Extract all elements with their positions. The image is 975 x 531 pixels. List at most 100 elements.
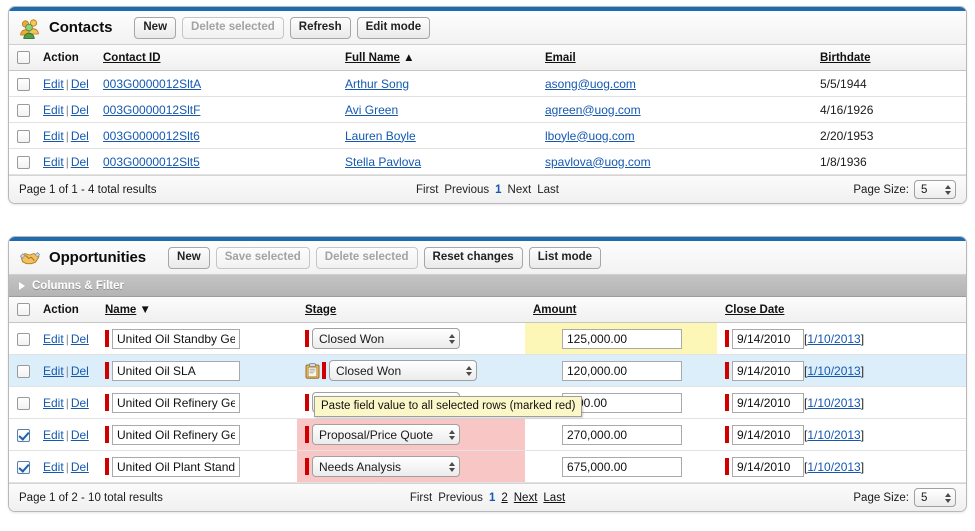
row-select-cell[interactable]: [9, 70, 35, 97]
email-link[interactable]: lboyle@uog.com: [545, 129, 635, 143]
row-select-checkbox[interactable]: [17, 364, 30, 378]
contact-id-link[interactable]: 003G0000012SltA: [103, 77, 201, 91]
amount-input[interactable]: [562, 424, 682, 445]
row-select-checkbox[interactable]: [17, 155, 30, 169]
close-date-input[interactable]: [732, 456, 804, 477]
name-input[interactable]: [112, 392, 240, 413]
delete-link[interactable]: Del: [71, 129, 89, 143]
date-picker-link[interactable]: 1/10/2013: [807, 428, 860, 442]
row-select-checkbox[interactable]: [17, 396, 30, 410]
opportunities-select-all-checkbox[interactable]: [17, 303, 30, 316]
opportunities-col-close-date[interactable]: Close Date: [717, 297, 966, 323]
edit-mode-button[interactable]: Edit mode: [356, 16, 431, 39]
contact-id-link[interactable]: 003G0000012Slt5: [103, 155, 200, 169]
stage-select[interactable]: Proposal/Price Quote: [312, 424, 460, 445]
contact-id-link[interactable]: 003G0000012Slt6: [103, 129, 200, 143]
contacts-col-full-name[interactable]: Full Name ▲: [337, 45, 537, 71]
edit-link[interactable]: Edit: [43, 460, 64, 474]
name-input[interactable]: [112, 360, 240, 381]
pager-previous[interactable]: Previous: [435, 492, 486, 504]
contact-id-link[interactable]: 003G0000012SltF: [103, 103, 200, 117]
pager-page-current[interactable]: 1: [486, 492, 498, 504]
pager-next[interactable]: Next: [511, 492, 541, 504]
pager-first[interactable]: First: [407, 492, 435, 504]
contacts-select-all-cell[interactable]: [9, 45, 35, 71]
pager-next[interactable]: Next: [505, 184, 535, 196]
close-date-input[interactable]: [732, 360, 804, 381]
name-input[interactable]: [112, 456, 240, 477]
edit-link[interactable]: Edit: [43, 77, 64, 91]
opportunities-col-name[interactable]: Name ▼: [97, 297, 297, 323]
amount-input[interactable]: [562, 456, 682, 477]
delete-link[interactable]: Del: [71, 77, 89, 91]
close-date-input[interactable]: [732, 392, 804, 413]
contacts-select-all-checkbox[interactable]: [17, 51, 30, 64]
delete-link[interactable]: Del: [71, 396, 89, 410]
list-mode-button[interactable]: List mode: [528, 246, 602, 269]
opportunities-col-stage[interactable]: Stage: [297, 297, 525, 323]
row-select-cell[interactable]: [9, 450, 35, 483]
delete-link[interactable]: Del: [71, 103, 89, 117]
reset-changes-button[interactable]: Reset changes: [423, 246, 523, 269]
stage-select[interactable]: Closed Won: [312, 328, 460, 349]
row-select-checkbox[interactable]: [17, 460, 30, 474]
row-select-checkbox[interactable]: [17, 428, 30, 442]
row-select-checkbox[interactable]: [17, 332, 30, 346]
row-select-cell[interactable]: [9, 354, 35, 387]
date-picker-link[interactable]: 1/10/2013: [807, 396, 860, 410]
amount-input[interactable]: [562, 328, 682, 349]
refresh-button[interactable]: Refresh: [289, 16, 351, 39]
opportunities-col-amount[interactable]: Amount: [525, 297, 717, 323]
delete-link[interactable]: Del: [71, 155, 89, 169]
row-select-cell[interactable]: [9, 122, 35, 149]
edit-link[interactable]: Edit: [43, 103, 64, 117]
row-select-cell[interactable]: [9, 386, 35, 419]
name-input[interactable]: [112, 328, 240, 349]
full-name-link[interactable]: Avi Green: [345, 103, 398, 117]
row-select-checkbox[interactable]: [17, 129, 30, 143]
opportunities-page-size-select[interactable]: 5: [914, 488, 956, 507]
contacts-page-size-select[interactable]: 5: [914, 180, 956, 199]
email-link[interactable]: agreen@uog.com: [545, 103, 641, 117]
email-link[interactable]: spavlova@uog.com: [545, 155, 651, 169]
edit-link[interactable]: Edit: [43, 364, 64, 378]
delete-link[interactable]: Del: [71, 428, 89, 442]
row-select-cell[interactable]: [9, 96, 35, 123]
row-select-cell[interactable]: [9, 148, 35, 175]
stage-select[interactable]: Closed Won: [329, 360, 477, 381]
row-select-checkbox[interactable]: [17, 77, 30, 91]
edit-link[interactable]: Edit: [43, 428, 64, 442]
contacts-col-contact-id[interactable]: Contact ID: [95, 45, 337, 71]
date-picker-link[interactable]: 1/10/2013: [807, 460, 860, 474]
edit-link[interactable]: Edit: [43, 332, 64, 346]
stage-select[interactable]: Needs Analysis: [312, 456, 460, 477]
date-picker-link[interactable]: 1/10/2013: [807, 364, 860, 378]
opportunities-select-all-cell[interactable]: [9, 297, 35, 323]
close-date-input[interactable]: [732, 424, 804, 445]
full-name-link[interactable]: Arthur Song: [345, 77, 409, 91]
delete-link[interactable]: Del: [71, 332, 89, 346]
close-date-input[interactable]: [732, 328, 804, 349]
contacts-col-birthdate[interactable]: Birthdate: [812, 45, 966, 71]
date-picker-link[interactable]: 1/10/2013: [807, 332, 860, 346]
new-button[interactable]: New: [168, 246, 210, 269]
name-input[interactable]: [112, 424, 240, 445]
full-name-link[interactable]: Lauren Boyle: [345, 129, 416, 143]
pager-last[interactable]: Last: [540, 492, 568, 504]
edit-link[interactable]: Edit: [43, 155, 64, 169]
delete-link[interactable]: Del: [71, 364, 89, 378]
pager-first[interactable]: First: [413, 184, 441, 196]
pager-page-2[interactable]: 2: [498, 492, 510, 504]
pager-page-current[interactable]: 1: [492, 184, 504, 196]
pager-last[interactable]: Last: [534, 184, 562, 196]
delete-link[interactable]: Del: [71, 460, 89, 474]
row-select-cell[interactable]: [9, 418, 35, 451]
contacts-col-email[interactable]: Email: [537, 45, 812, 71]
columns-and-filter-toggle[interactable]: Columns & Filter: [9, 275, 966, 297]
edit-link[interactable]: Edit: [43, 129, 64, 143]
row-select-checkbox[interactable]: [17, 103, 30, 117]
pager-previous[interactable]: Previous: [441, 184, 492, 196]
row-select-cell[interactable]: [9, 322, 35, 355]
paste-clipboard-icon[interactable]: [305, 362, 320, 379]
edit-link[interactable]: Edit: [43, 396, 64, 410]
